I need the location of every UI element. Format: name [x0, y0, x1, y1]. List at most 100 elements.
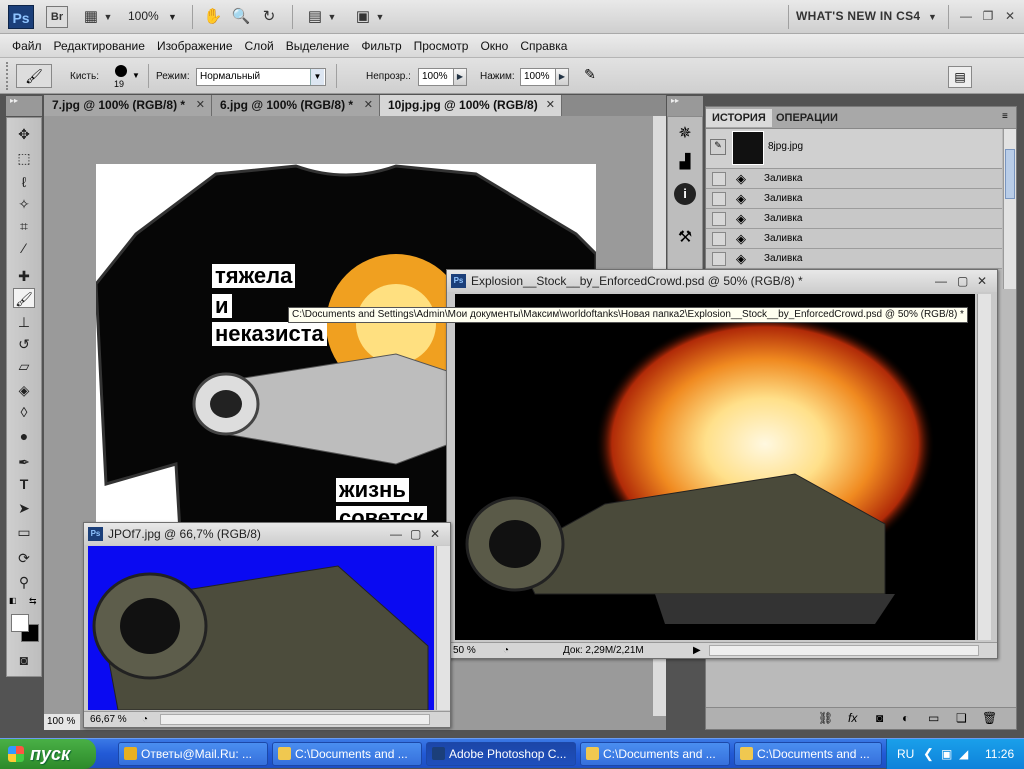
restore-icon[interactable]: ▢	[957, 270, 968, 292]
menu-file[interactable]: Файл	[6, 34, 48, 58]
snapshot-source-icon[interactable]: ✎	[710, 139, 726, 155]
history-row[interactable]: ◈ Заливка	[706, 229, 1002, 249]
dock-header[interactable]: ▸▸	[667, 96, 703, 116]
status-arrow-icon[interactable]: ▶	[693, 643, 701, 658]
history-snapshot[interactable]: ✎ 8jpg.jpg	[706, 129, 1002, 169]
menu-edit[interactable]: Редактирование	[48, 34, 151, 58]
tab-6jpg[interactable]: 6.jpg @ 100% (RGB/8) * ✕	[212, 95, 380, 116]
dodge-tool-icon[interactable]: ●	[13, 426, 35, 446]
task-explorer-3[interactable]: C:\Documents and ...	[734, 742, 882, 766]
task-mail-ru[interactable]: Ответы@Mail.Ru: ...	[118, 742, 268, 766]
crop-tool-icon[interactable]: ⌗	[13, 216, 35, 236]
restore-icon[interactable]: ▢	[410, 523, 421, 545]
task-photoshop[interactable]: Adobe Photoshop C...	[426, 742, 576, 766]
explosion-title-bar[interactable]: Ps Explosion__Stock__by_EnforcedCrowd.ps…	[447, 270, 997, 292]
restore-icon[interactable]: ❐	[980, 8, 996, 24]
jpof7-horizontal-scrollbar[interactable]	[160, 714, 430, 725]
close-icon[interactable]: ✕	[546, 95, 555, 116]
history-row[interactable]: ◈ Заливка	[706, 189, 1002, 209]
zoom-tool-icon[interactable]: 🔍	[230, 6, 252, 28]
eraser-icon[interactable]: ▱	[13, 356, 35, 376]
tab-actions[interactable]: ОПЕРАЦИИ	[770, 109, 844, 127]
workspace-switcher[interactable]: WHAT'S NEW IN CS4 ▼	[796, 9, 937, 23]
close-icon[interactable]: ✕	[430, 523, 440, 545]
arrange-documents-icon[interactable]: ▤	[304, 6, 326, 28]
close-icon[interactable]: ✕	[977, 270, 987, 292]
close-icon[interactable]: ✕	[1002, 8, 1018, 24]
language-indicator[interactable]: RU	[897, 739, 914, 769]
link-icon[interactable]: ⛓	[818, 711, 833, 725]
explosion-document-window[interactable]: Ps Explosion__Stock__by_EnforcedCrowd.ps…	[446, 269, 998, 659]
brush-size-picker[interactable]: 19 ▼	[110, 63, 140, 91]
jpof7-vertical-scrollbar[interactable]	[436, 546, 450, 710]
trash-icon[interactable]: 🗑	[982, 711, 997, 725]
quick-selection-icon[interactable]: ✧	[13, 194, 35, 214]
canvas-zoom-field[interactable]: 100 %	[44, 714, 80, 730]
history-row[interactable]: ◈ Заливка	[706, 249, 1002, 269]
jpof7-title-bar[interactable]: Ps JPOf7.jpg @ 66,7% (RGB/8) — ▢ ✕	[84, 523, 450, 545]
task-explorer-1[interactable]: C:\Documents and ...	[272, 742, 422, 766]
type-tool-icon[interactable]: T	[13, 474, 35, 494]
status-info-icon[interactable]: ◔	[142, 712, 148, 727]
quick-mask-icon[interactable]: ◙	[13, 650, 35, 670]
screen-mode-icon[interactable]: ▣	[352, 6, 374, 28]
brush-tool-icon[interactable]: 🖌	[13, 288, 35, 308]
clone-stamp-icon[interactable]: ⊥	[13, 312, 35, 332]
navigator-icon[interactable]: ✵	[674, 123, 696, 145]
jpof7-zoom[interactable]: 66,67 %	[90, 712, 127, 727]
history-brush-icon[interactable]: ↺	[13, 334, 35, 354]
toolbox-header[interactable]: ▸▸	[6, 96, 42, 116]
adjustment-icon[interactable]: ◐	[902, 711, 909, 725]
fx-icon[interactable]: fx	[848, 711, 857, 725]
tab-7jpg[interactable]: 7.jpg @ 100% (RGB/8) * ✕	[44, 95, 212, 116]
default-colors-icon[interactable]: ◧	[9, 596, 17, 605]
minimize-icon[interactable]: —	[935, 270, 947, 292]
history-row[interactable]: ◈ Заливка	[706, 209, 1002, 229]
start-button[interactable]: пуск	[0, 739, 96, 769]
3d-rotate-icon[interactable]: ⟳	[13, 548, 35, 568]
status-info-icon[interactable]: ◔	[503, 643, 509, 658]
histogram-icon[interactable]: ▟	[674, 153, 696, 175]
task-explorer-2[interactable]: C:\Documents and ...	[580, 742, 730, 766]
tray-arrow-icon[interactable]: ❮	[923, 739, 934, 769]
menu-filter[interactable]: Фильтр	[355, 34, 407, 58]
blend-mode-select[interactable]: Нормальный ▼	[196, 68, 326, 86]
volume-icon[interactable]: ◢	[959, 739, 968, 769]
chevron-down-icon[interactable]: ▼	[326, 6, 338, 28]
menu-help[interactable]: Справка	[514, 34, 573, 58]
opacity-field[interactable]: 100%	[418, 68, 454, 86]
foreground-color-swatch[interactable]	[11, 614, 29, 632]
history-scrollbar[interactable]	[1003, 129, 1016, 289]
menu-window[interactable]: Окно	[474, 34, 514, 58]
brush-preset-icon[interactable]: 🖌	[16, 64, 52, 88]
move-tool-icon[interactable]: ✥	[13, 124, 35, 144]
opacity-arrow-icon[interactable]: ▶	[453, 68, 467, 86]
airbrush-icon[interactable]: ✎	[578, 66, 602, 88]
info-icon[interactable]: i	[674, 183, 696, 205]
zoom-level-select[interactable]: 100% ▼	[128, 9, 182, 25]
chevron-down-icon[interactable]: ▼	[102, 6, 114, 28]
explosion-horizontal-scrollbar[interactable]	[709, 645, 979, 656]
chevron-down-icon[interactable]: ▼	[374, 6, 386, 28]
tool-presets-icon[interactable]: ▤	[948, 66, 972, 88]
flow-arrow-icon[interactable]: ▶	[555, 68, 569, 86]
minimize-icon[interactable]: —	[958, 8, 974, 24]
tab-10jpg[interactable]: 10jpg.jpg @ 100% (RGB/8) ✕	[380, 95, 562, 116]
explosion-vertical-scrollbar[interactable]	[977, 294, 991, 640]
panel-menu-icon[interactable]: ≡	[1002, 111, 1008, 122]
tab-history[interactable]: ИСТОРИЯ	[706, 109, 772, 127]
menu-layer[interactable]: Слой	[239, 34, 280, 58]
mask-icon[interactable]: ◙	[876, 711, 883, 725]
path-selection-icon[interactable]: ➤	[13, 498, 35, 518]
hand-tool-icon[interactable]: ✋	[202, 6, 224, 28]
lasso-tool-icon[interactable]: ℓ	[13, 172, 35, 192]
clock[interactable]: 11:26	[985, 739, 1014, 769]
options-grip[interactable]	[6, 62, 10, 90]
menu-select[interactable]: Выделение	[280, 34, 356, 58]
zoom-icon[interactable]: ⚲	[13, 572, 35, 592]
marquee-tool-icon[interactable]: ⬚	[13, 148, 35, 168]
rotate-view-icon[interactable]: ↻	[258, 6, 280, 28]
menu-view[interactable]: Просмотр	[408, 34, 475, 58]
jpof7-document-window[interactable]: Ps JPOf7.jpg @ 66,7% (RGB/8) — ▢ ✕ 66,67…	[83, 522, 451, 728]
close-icon[interactable]: ✕	[364, 95, 373, 116]
